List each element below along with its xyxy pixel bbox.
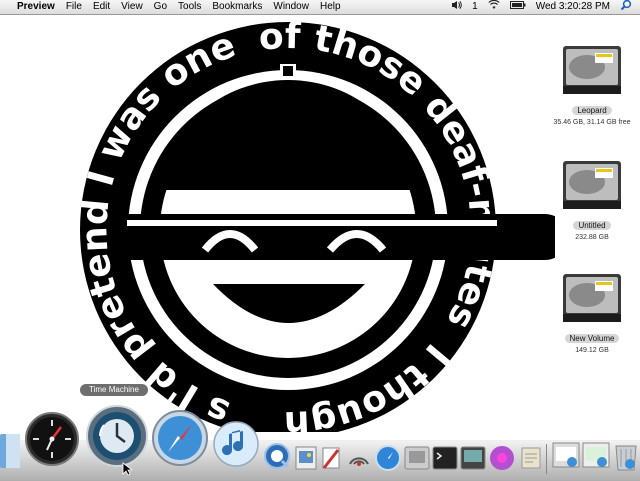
volume-untitled[interactable]: Untitled 232.88 GB — [552, 155, 632, 241]
menu-window[interactable]: Window — [273, 0, 309, 14]
volume-leopard[interactable]: Leopard 35.46 GB, 31.14 GB free — [552, 40, 632, 126]
downloads-stack-icon[interactable] — [582, 440, 610, 470]
system-profiler-icon[interactable] — [460, 446, 486, 470]
trash-icon[interactable] — [612, 440, 640, 472]
spotlight-icon[interactable] — [620, 0, 632, 16]
documents-stack-icon[interactable] — [552, 440, 580, 470]
dock-tooltip: Time Machine — [80, 384, 148, 396]
hard-drive-icon — [563, 274, 621, 322]
volume-info: 232.88 GB — [575, 234, 609, 241]
itunes-icon[interactable] — [212, 420, 260, 468]
mouse-cursor — [122, 462, 132, 476]
textedit-icon[interactable] — [320, 446, 344, 472]
volume-info: 149.12 GB — [575, 347, 609, 354]
speaker-icon[interactable] — [451, 0, 462, 15]
safari-icon[interactable] — [152, 410, 208, 468]
network-utility-icon[interactable] — [344, 446, 374, 472]
photo-icon[interactable] — [488, 444, 516, 472]
menu-go[interactable]: Go — [154, 0, 167, 14]
time-machine-icon[interactable] — [86, 405, 148, 469]
volume-new-volume[interactable]: New Volume 149.12 GB — [552, 268, 632, 354]
menu-edit[interactable]: Edit — [93, 0, 110, 14]
volume-name: Leopard — [572, 106, 612, 115]
hard-drive-icon — [563, 161, 621, 209]
dock-divider — [546, 444, 547, 474]
menu-tools[interactable]: Tools — [178, 0, 201, 14]
quicktime-icon[interactable] — [262, 442, 294, 472]
battery-icon[interactable] — [509, 0, 526, 14]
safari-small-icon[interactable] — [374, 444, 402, 472]
preview-icon[interactable] — [294, 444, 320, 472]
boot-camp-icon[interactable] — [404, 446, 430, 470]
stack-icon[interactable] — [520, 446, 542, 470]
finder-icon[interactable] — [0, 434, 20, 468]
volume-name: New Volume — [564, 334, 620, 343]
wifi-icon[interactable] — [488, 0, 500, 15]
menu-bookmarks[interactable]: Bookmarks — [212, 0, 262, 14]
volume-info: 35.46 GB, 31.14 GB free — [553, 119, 631, 126]
dashboard-icon[interactable] — [25, 412, 79, 468]
terminal-icon[interactable] — [432, 446, 458, 470]
menu-bar: Preview File Edit View Go Tools Bookmark… — [0, 0, 640, 15]
bluetooth-count[interactable]: 1 — [472, 0, 478, 14]
laughing-man-logo: s I'd pretend I was one of those deaf-mu… — [75, 22, 555, 432]
app-menu[interactable]: Preview — [17, 0, 55, 14]
menu-view[interactable]: View — [121, 0, 143, 14]
volume-name: Untitled — [573, 221, 611, 230]
clock[interactable]: Wed 3:20:28 PM — [536, 0, 610, 14]
hard-drive-icon — [563, 46, 621, 94]
menu-help[interactable]: Help — [320, 0, 341, 14]
menu-file[interactable]: File — [66, 0, 82, 14]
